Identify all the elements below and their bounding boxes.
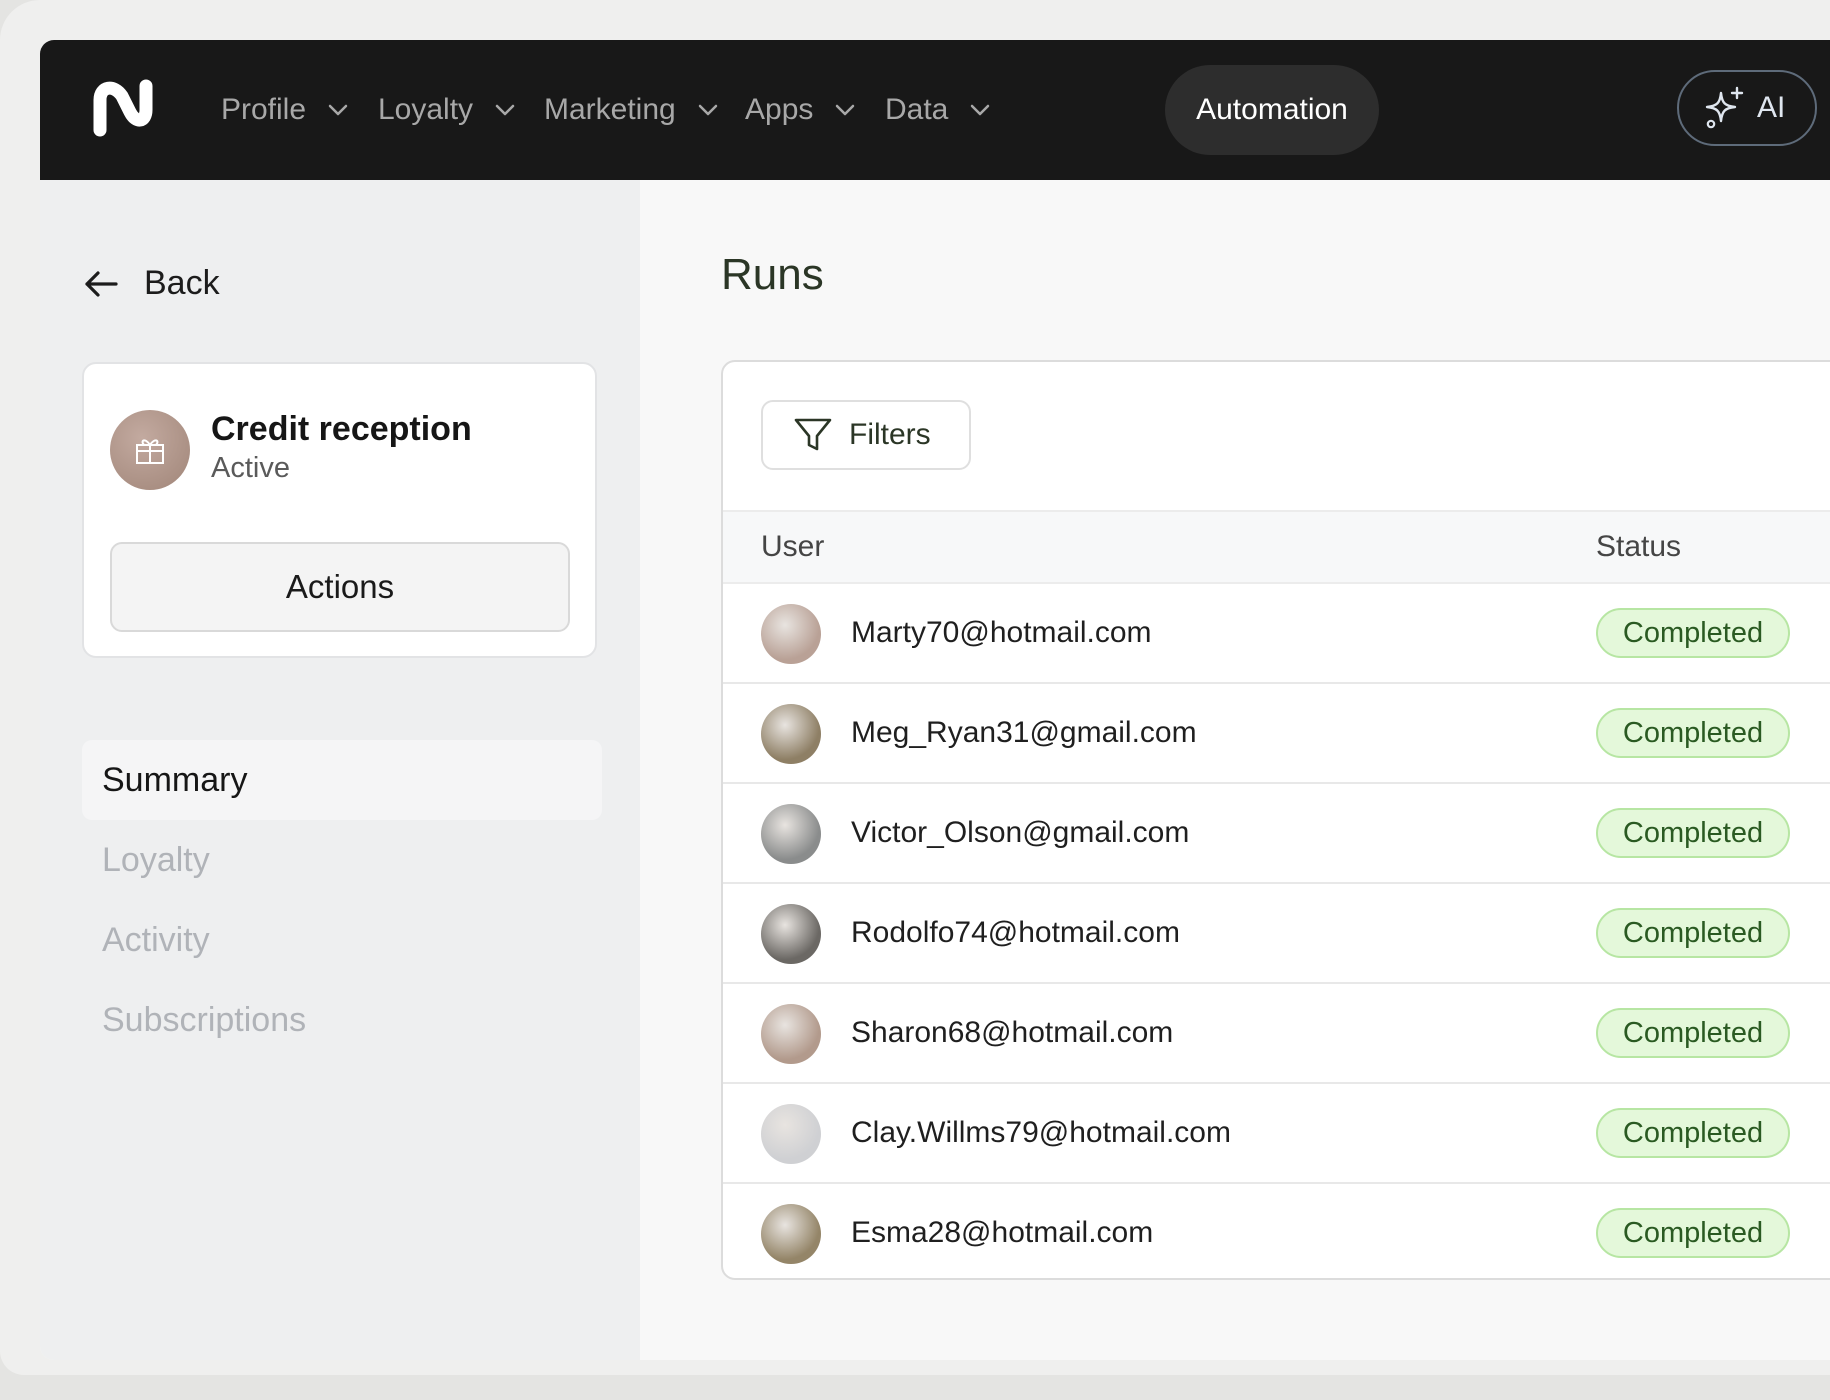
gift-icon: [136, 439, 164, 464]
actions-label: Actions: [285, 568, 395, 605]
back-label: Back: [144, 264, 220, 302]
table-header: User Status: [723, 510, 1830, 584]
avatar: [761, 1104, 821, 1164]
chevron-down-icon: [328, 104, 348, 116]
actions-button[interactable]: Actions: [110, 542, 570, 632]
nav-profile[interactable]: Profile: [221, 92, 348, 128]
avatar: [761, 1204, 821, 1264]
status-badge: Completed: [1596, 1008, 1790, 1058]
arrow-left-icon: [85, 270, 118, 297]
top-navigation-bar: Profile Loyalty Marketing Apps Data Auto…: [40, 40, 1830, 180]
sidebar-item-label: Loyalty: [102, 840, 210, 879]
status-badge: Completed: [1596, 708, 1790, 758]
user-email: Marty70@hotmail.com: [851, 616, 1152, 649]
nav-automation[interactable]: Automation: [1165, 65, 1379, 155]
sidebar-item-loyalty[interactable]: Loyalty: [82, 820, 602, 900]
nav-loyalty-label: Loyalty: [378, 93, 474, 126]
status-badge: Completed: [1596, 1208, 1790, 1258]
user-email: Rodolfo74@hotmail.com: [851, 916, 1180, 949]
user-email: Clay.Willms79@hotmail.com: [851, 1116, 1231, 1149]
table-row[interactable]: Victor_Olson@gmail.com Completed: [723, 784, 1830, 884]
table-row[interactable]: Clay.Willms79@hotmail.com Completed: [723, 1084, 1830, 1184]
avatar: [761, 704, 821, 764]
sidebar: Back Credit reception Active Actions Sum…: [40, 180, 640, 1360]
user-email: Meg_Ryan31@gmail.com: [851, 716, 1197, 749]
runs-table-panel: Filters User Status Marty70@hotmail.com C…: [721, 360, 1830, 1280]
chevron-down-icon: [971, 104, 990, 116]
avatar: [761, 1004, 821, 1064]
nav-profile-label: Profile: [221, 93, 307, 126]
status-badge: Completed: [1596, 608, 1790, 658]
status-badge: Completed: [1596, 1108, 1790, 1158]
nav-apps[interactable]: Apps: [745, 92, 855, 128]
nav-marketing-label: Marketing: [544, 93, 676, 126]
chevron-down-icon: [495, 104, 515, 116]
column-header-user[interactable]: User: [761, 530, 824, 564]
table-row[interactable]: Sharon68@hotmail.com Completed: [723, 984, 1830, 1084]
sidebar-item-label: Activity: [102, 920, 210, 959]
page-title: Runs: [721, 250, 824, 299]
status-badge: Completed: [1596, 808, 1790, 858]
status-badge: Completed: [1596, 908, 1790, 958]
nav-data-label: Data: [885, 93, 949, 126]
table-row[interactable]: Esma28@hotmail.com Completed: [723, 1184, 1830, 1278]
avatar: [761, 804, 821, 864]
user-email: Esma28@hotmail.com: [851, 1216, 1154, 1249]
sidebar-item-summary[interactable]: Summary: [82, 740, 602, 820]
automation-card: Credit reception Active Actions: [82, 362, 597, 658]
chevron-down-icon: [698, 104, 717, 116]
nav-loyalty[interactable]: Loyalty: [378, 92, 515, 128]
sidebar-item-label: Subscriptions: [102, 1000, 307, 1039]
automation-title: Credit reception: [211, 410, 472, 448]
column-header-status[interactable]: Status: [1596, 530, 1681, 564]
table-row[interactable]: Marty70@hotmail.com Completed: [723, 584, 1830, 684]
filters-label: Filters: [849, 418, 931, 451]
user-email: Sharon68@hotmail.com: [851, 1016, 1174, 1049]
sparkle-icon: [1705, 86, 1744, 129]
user-email: Victor_Olson@gmail.com: [851, 816, 1190, 849]
chevron-down-icon: [836, 104, 855, 116]
automation-status: Active: [211, 452, 290, 484]
nav-automation-label: Automation: [1196, 93, 1348, 126]
sidebar-item-label: Summary: [102, 760, 248, 799]
funnel-icon: [794, 418, 832, 451]
sidebar-item-activity[interactable]: Activity: [82, 900, 602, 980]
nav-data[interactable]: Data: [885, 92, 990, 128]
nav-marketing[interactable]: Marketing: [544, 92, 718, 128]
nav-apps-label: Apps: [745, 93, 814, 126]
filters-button[interactable]: Filters: [761, 400, 971, 470]
ai-button[interactable]: AI: [1677, 70, 1817, 146]
table-row[interactable]: Meg_Ryan31@gmail.com Completed: [723, 684, 1830, 784]
avatar: [761, 604, 821, 664]
avatar: [761, 904, 821, 964]
table-row[interactable]: Rodolfo74@hotmail.com Completed: [723, 884, 1830, 984]
automation-avatar: [110, 410, 190, 490]
ai-button-label: AI: [1757, 91, 1786, 124]
sidebar-item-subscriptions[interactable]: Subscriptions: [82, 980, 602, 1060]
app-window: Profile Loyalty Marketing Apps Data Auto…: [40, 40, 1830, 1360]
back-button[interactable]: Back: [82, 264, 220, 303]
n-logo-icon[interactable]: [90, 78, 156, 138]
